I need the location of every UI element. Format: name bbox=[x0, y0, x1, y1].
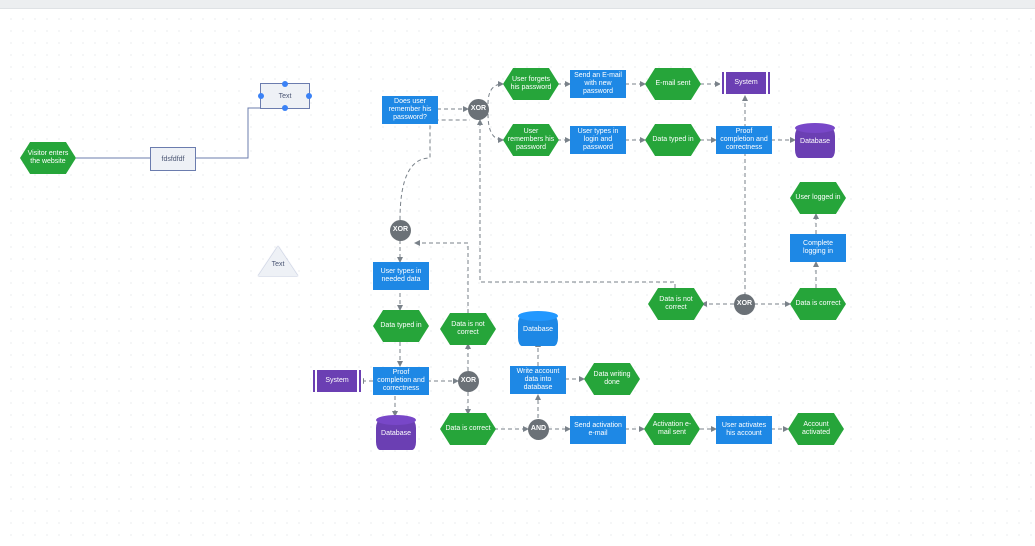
gate-xor-1[interactable]: XOR bbox=[468, 99, 489, 120]
gate-xor-4[interactable]: XOR bbox=[734, 294, 755, 315]
task-proof-1[interactable]: Proof completion and correctness bbox=[716, 126, 772, 154]
task-remember-q[interactable]: Does user remember his password? bbox=[382, 96, 438, 124]
task-send-email[interactable]: Send an E-mail with new password bbox=[570, 70, 626, 98]
note-text[interactable]: Text bbox=[260, 83, 310, 109]
task-user-activates[interactable]: User activates his account bbox=[716, 416, 772, 444]
task-write-account[interactable]: Write account data into database bbox=[510, 366, 566, 394]
event-typed-2[interactable]: Data typed in bbox=[373, 310, 429, 342]
note-tri-label: Text bbox=[268, 261, 288, 268]
task-send-activation[interactable]: Send activation e-mail bbox=[570, 416, 626, 444]
database-3[interactable]: Database bbox=[376, 420, 416, 450]
event-email-sent[interactable]: E-mail sent bbox=[645, 68, 701, 100]
gate-xor-2[interactable]: XOR bbox=[390, 220, 411, 241]
note-text-label: Text bbox=[279, 93, 292, 100]
system-2[interactable]: System bbox=[311, 370, 363, 392]
database-1[interactable]: Database bbox=[795, 128, 835, 158]
event-activation-sent[interactable]: Activation e-mail sent bbox=[644, 413, 700, 445]
task-types-login[interactable]: User types in login and password bbox=[570, 126, 626, 154]
toolbar-shadow bbox=[0, 0, 1035, 8]
note-label: fdsfdfdf bbox=[162, 156, 185, 163]
event-user-remembers[interactable]: User remembers his password bbox=[503, 124, 559, 156]
event-data-correct-2[interactable]: Data is correct bbox=[440, 413, 496, 445]
database-2[interactable]: Database bbox=[518, 316, 558, 346]
event-not-correct-1[interactable]: Data is not correct bbox=[648, 288, 704, 320]
event-user-forgets[interactable]: User forgets his password bbox=[503, 68, 559, 100]
event-visitor-enters[interactable]: Visitor enters the website bbox=[20, 142, 76, 174]
note-fdsfdfdf[interactable]: fdsfdfdf bbox=[150, 147, 196, 171]
task-complete-login[interactable]: Complete logging in bbox=[790, 234, 846, 262]
event-logged-in[interactable]: User logged in bbox=[790, 182, 846, 214]
event-typed-1[interactable]: Data typed in bbox=[645, 124, 701, 156]
system-1[interactable]: System bbox=[720, 72, 772, 94]
note-triangle[interactable]: Text bbox=[258, 246, 298, 276]
task-proof-2[interactable]: Proof completion and correctness bbox=[373, 367, 429, 395]
task-types-data[interactable]: User types in needed data bbox=[373, 262, 429, 290]
diagram-canvas[interactable]: Text fdsfdfdf Text Visitor enters the we… bbox=[0, 8, 1035, 546]
event-data-correct-1[interactable]: Data is correct bbox=[790, 288, 846, 320]
event-writing-done[interactable]: Data writing done bbox=[584, 363, 640, 395]
gate-and-1[interactable]: AND bbox=[528, 419, 549, 440]
gate-xor-3[interactable]: XOR bbox=[458, 371, 479, 392]
event-not-correct-2[interactable]: Data is not correct bbox=[440, 313, 496, 345]
event-account-activated[interactable]: Account activated bbox=[788, 413, 844, 445]
